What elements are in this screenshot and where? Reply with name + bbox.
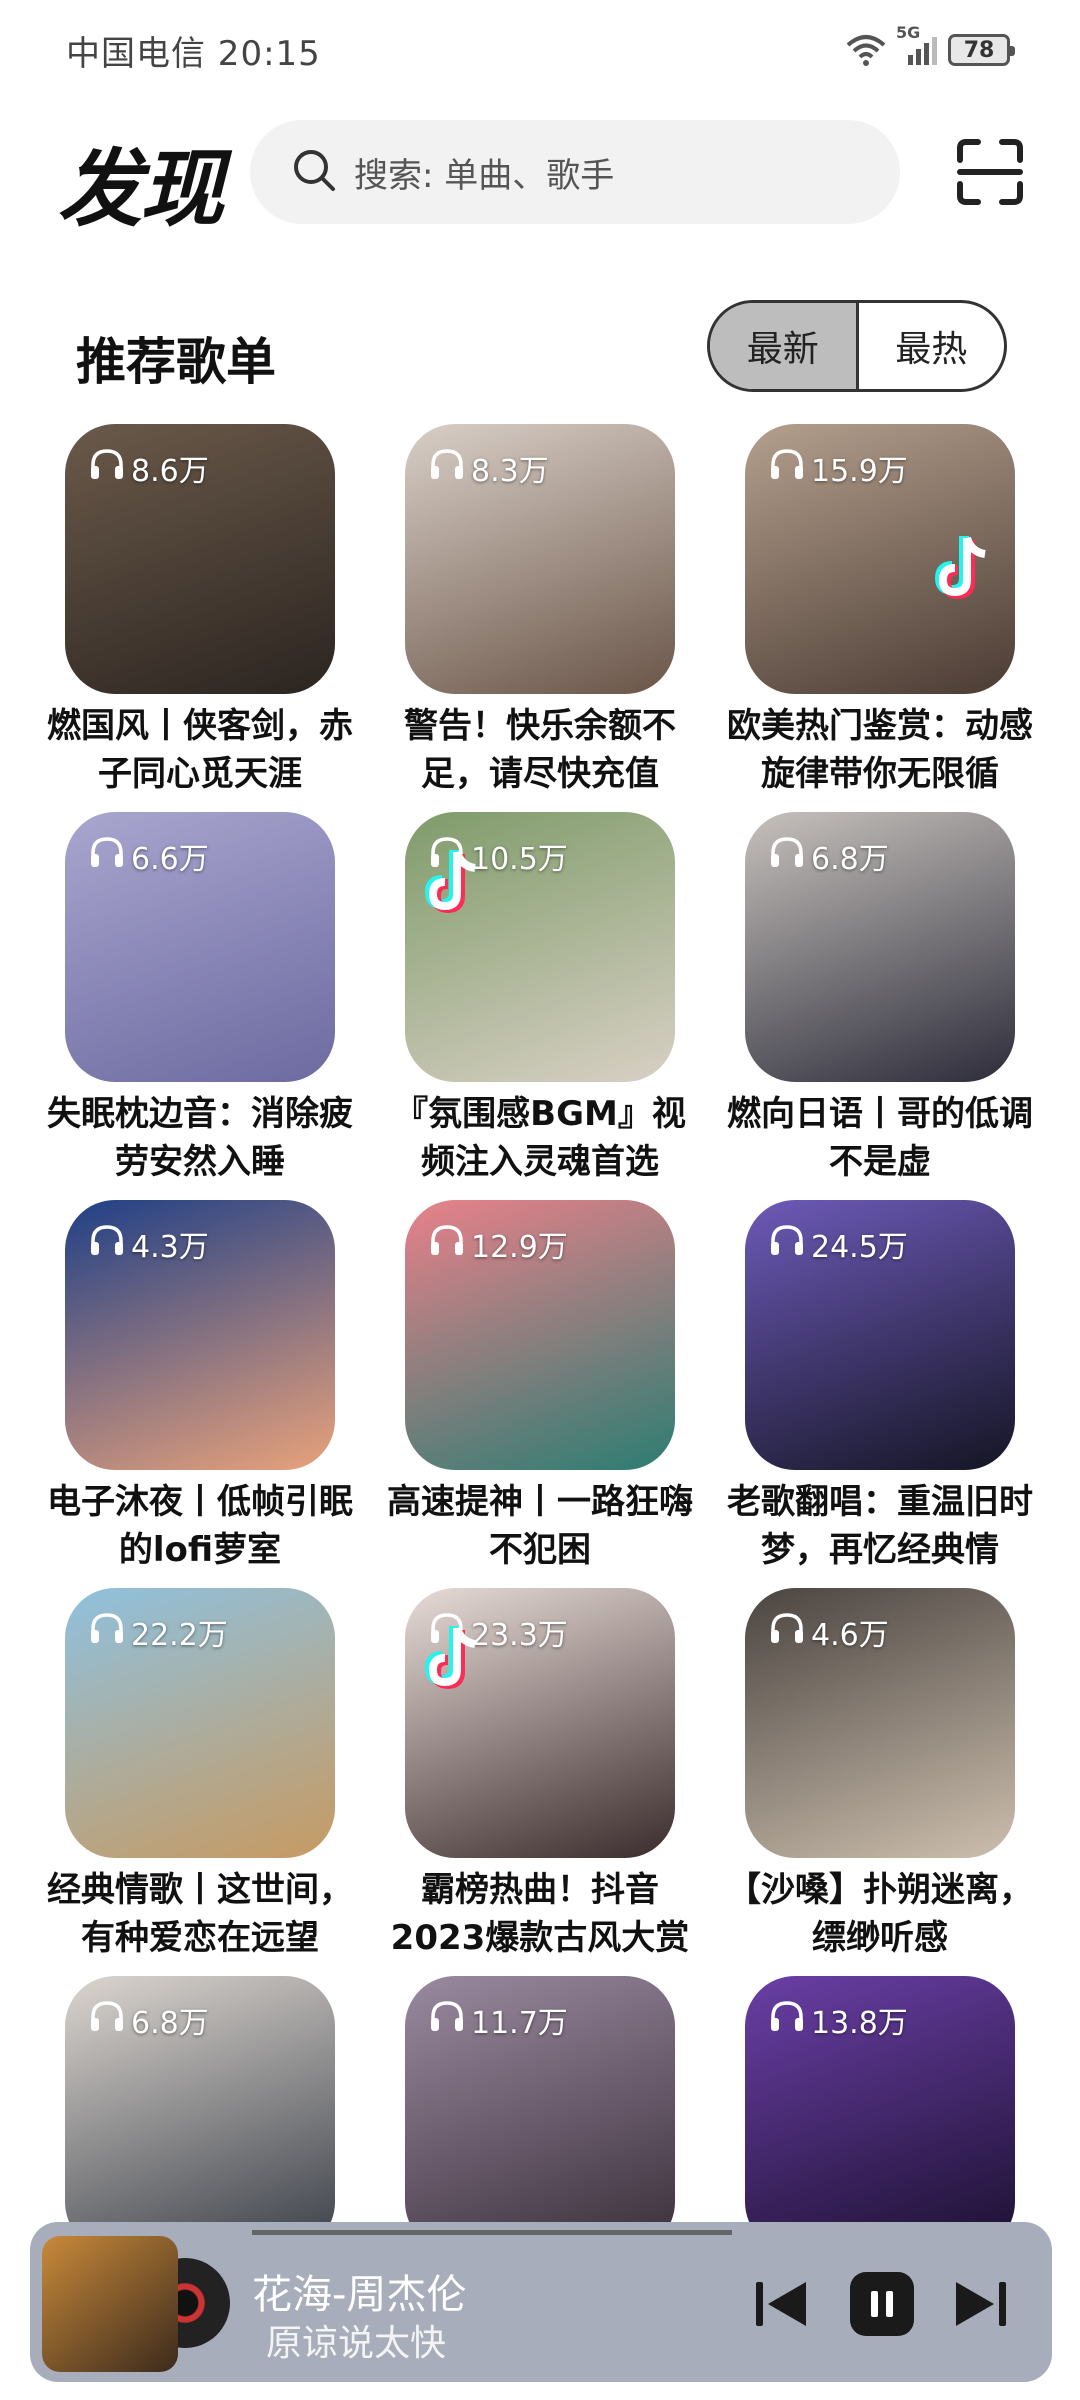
playlist-cover[interactable]: 6.6万 xyxy=(65,812,335,1082)
headphones-icon xyxy=(429,448,465,488)
play-count-value: 4.6万 xyxy=(811,1618,889,1653)
play-count: 8.6万 xyxy=(89,446,209,490)
status-bar: 中国电信 20:15 5G 78 xyxy=(0,0,1080,100)
play-count-value: 8.3万 xyxy=(471,454,549,489)
next-icon[interactable] xyxy=(950,2274,1010,2334)
playlist-cover[interactable]: 11.7万 xyxy=(405,1976,675,2252)
playlist-cover[interactable]: 23.3万 xyxy=(405,1588,675,1858)
play-count-value: 24.5万 xyxy=(811,1230,908,1265)
tiktok-icon xyxy=(413,1618,493,1698)
status-icons: 5G 78 xyxy=(846,23,1015,72)
tiktok-icon xyxy=(923,528,1003,608)
page-title: 发现 xyxy=(58,140,224,238)
playlist-cover[interactable]: 13.8万 xyxy=(745,1976,1015,2252)
headphones-icon xyxy=(429,1224,465,1264)
playlist-title: 霸榜热曲！抖音2023爆款古风大赏 xyxy=(390,1870,690,1958)
playlist-title: 电子沐夜丨低帧引眠的lofi萝室 xyxy=(47,1482,353,1570)
playlist-title: 欧美热门鉴赏：动感旋律带你无限循 xyxy=(727,706,1033,794)
play-count: 8.3万 xyxy=(429,446,549,490)
tab-hottest[interactable]: 最热 xyxy=(859,303,1005,389)
headphones-icon xyxy=(89,448,125,488)
headphones-icon xyxy=(89,2000,125,2040)
playlist-cover[interactable]: 6.8万 xyxy=(745,812,1015,1082)
network-label: 5G xyxy=(896,23,921,42)
play-count-value: 12.9万 xyxy=(471,1230,568,1265)
signal-icon: 5G xyxy=(896,23,938,67)
play-count: 6.6万 xyxy=(89,834,209,878)
playlist-title: 【沙嗓】扑朔迷离，缥缈听感 xyxy=(727,1870,1033,1958)
play-count-value: 13.8万 xyxy=(811,2006,908,2041)
play-count-value: 15.9万 xyxy=(811,454,908,489)
playlist-title: 高速提神丨一路狂嗨不犯困 xyxy=(387,1482,693,1570)
playlist-cover[interactable]: 22.2万 xyxy=(65,1588,335,1858)
progress-bar[interactable] xyxy=(252,2230,732,2235)
play-count: 12.9万 xyxy=(429,1222,568,1266)
mini-player[interactable]: 花海-周杰伦 原谅说太快 xyxy=(30,2222,1052,2382)
track-name: 花海-周杰伦 xyxy=(252,2272,467,2318)
carrier-time: 中国电信 20:15 xyxy=(66,34,321,74)
playlist-title: 燃国风丨侠客剑，赤子同心觅天涯 xyxy=(47,706,353,794)
play-count-value: 22.2万 xyxy=(131,1618,228,1653)
play-count: 11.7万 xyxy=(429,1998,568,2042)
playlist-cover[interactable]: 10.5万 xyxy=(405,812,675,1082)
battery-level: 78 xyxy=(963,37,995,63)
playlist-cover[interactable]: 12.9万 xyxy=(405,1200,675,1470)
headphones-icon xyxy=(769,2000,805,2040)
headphones-icon xyxy=(769,1612,805,1652)
headphones-icon xyxy=(89,1224,125,1264)
playlist-cover[interactable]: 8.6万 xyxy=(65,424,335,694)
pause-icon xyxy=(871,2291,878,2317)
headphones-icon xyxy=(89,1612,125,1652)
scan-icon[interactable] xyxy=(956,138,1024,206)
play-count: 13.8万 xyxy=(769,1998,908,2042)
playlist-cover[interactable]: 8.3万 xyxy=(405,424,675,694)
playlist-cover[interactable]: 6.8万 xyxy=(65,1976,335,2252)
album-art[interactable] xyxy=(42,2236,178,2372)
pause-icon-bar xyxy=(886,2291,893,2317)
header: 发现 搜索: 单曲、歌手 xyxy=(0,118,1080,238)
play-count-value: 6.8万 xyxy=(131,2006,209,2041)
playlist-cover[interactable]: 15.9万 xyxy=(745,424,1015,694)
search-placeholder: 搜索: 单曲、歌手 xyxy=(354,155,615,196)
playlist-title: 警告！快乐余额不足，请尽快充值 xyxy=(404,706,676,794)
playlist-title: 经典情歌丨这世间，有种爱恋在远望 xyxy=(47,1870,353,1958)
headphones-icon xyxy=(769,836,805,876)
playlist-title: 老歌翻唱：重温旧时梦，再忆经典情 xyxy=(727,1482,1033,1570)
previous-icon[interactable] xyxy=(752,2274,812,2334)
playlist-title: 『氛围感BGM』视频注入灵魂首选 xyxy=(394,1094,686,1182)
battery-icon: 78 xyxy=(948,34,1015,66)
play-count-value: 4.3万 xyxy=(131,1230,209,1265)
play-count: 4.6万 xyxy=(769,1610,889,1654)
playlist-cover[interactable]: 4.3万 xyxy=(65,1200,335,1470)
pause-button[interactable] xyxy=(850,2272,914,2336)
sort-toggle: 最新 最热 xyxy=(707,300,1007,392)
play-count-value: 11.7万 xyxy=(471,2006,568,2041)
play-count: 22.2万 xyxy=(89,1610,228,1654)
track-lyric: 原谅说太快 xyxy=(266,2323,447,2364)
search-icon xyxy=(290,146,338,198)
play-count: 4.3万 xyxy=(89,1222,209,1266)
playlist-title: 失眠枕边音：消除疲劳安然入睡 xyxy=(47,1094,353,1182)
headphones-icon xyxy=(429,2000,465,2040)
headphones-icon xyxy=(769,448,805,488)
play-count: 15.9万 xyxy=(769,446,908,490)
play-count-value: 6.8万 xyxy=(811,842,889,877)
tab-newest[interactable]: 最新 xyxy=(710,303,859,389)
headphones-icon xyxy=(89,836,125,876)
play-count: 6.8万 xyxy=(89,1998,209,2042)
play-count: 24.5万 xyxy=(769,1222,908,1266)
search-input[interactable]: 搜索: 单曲、歌手 xyxy=(250,120,900,224)
play-count: 6.8万 xyxy=(769,834,889,878)
section-title: 推荐歌单 xyxy=(76,333,276,391)
wifi-icon xyxy=(846,33,886,67)
playlist-cover[interactable]: 24.5万 xyxy=(745,1200,1015,1470)
play-count-value: 8.6万 xyxy=(131,454,209,489)
playlist-title: 燃向日语丨哥的低调不是虚 xyxy=(727,1094,1033,1182)
headphones-icon xyxy=(769,1224,805,1264)
playlist-cover[interactable]: 4.6万 xyxy=(745,1588,1015,1858)
tiktok-icon xyxy=(413,842,493,922)
play-count-value: 6.6万 xyxy=(131,842,209,877)
